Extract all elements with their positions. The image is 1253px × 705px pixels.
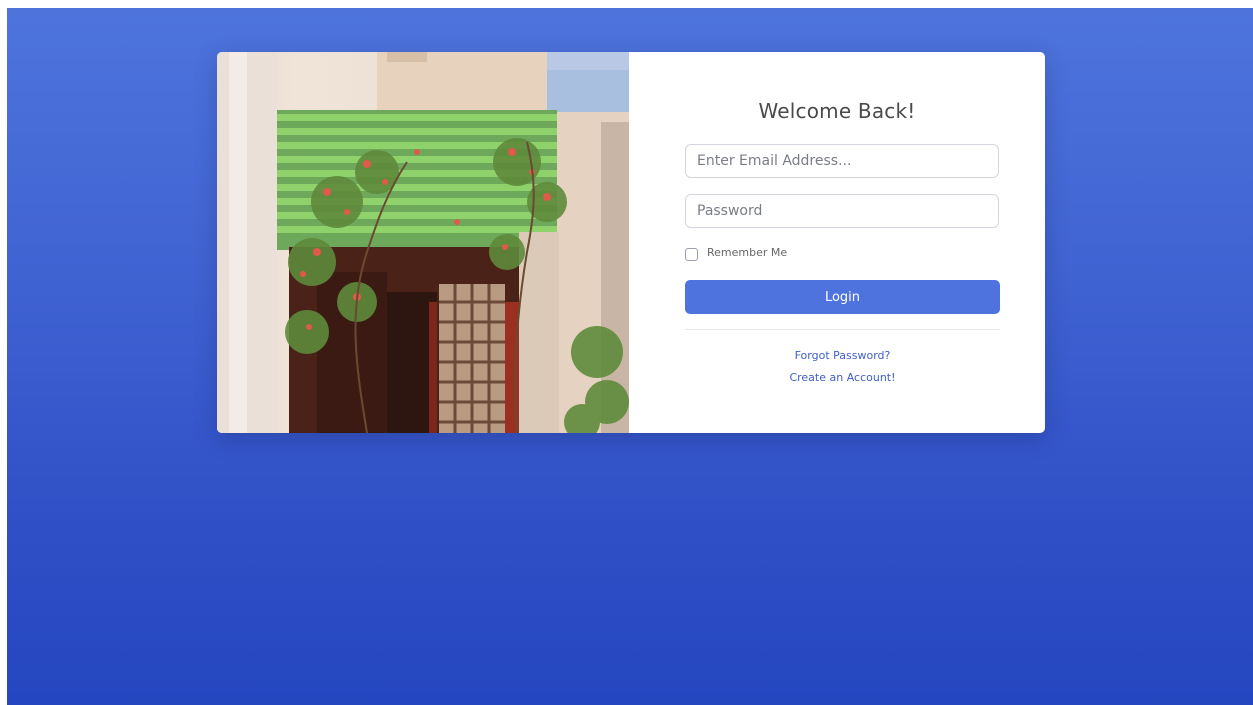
email-field[interactable] [685, 144, 999, 178]
doorway-illustration [217, 52, 629, 433]
remember-me-checkbox[interactable] [685, 248, 698, 261]
password-field[interactable] [685, 194, 999, 228]
remember-me-row[interactable]: Remember Me [685, 243, 787, 261]
divider [685, 329, 1000, 330]
login-card: Welcome Back! Remember Me Login Forgot P… [217, 52, 1045, 433]
doorway-photo [217, 52, 629, 433]
page-title: Welcome Back! [758, 99, 916, 123]
login-form: Welcome Back! Remember Me Login Forgot P… [629, 52, 1045, 433]
forgot-password-link[interactable]: Forgot Password? [685, 349, 1000, 362]
create-account-link[interactable]: Create an Account! [685, 371, 1000, 384]
remember-me-label: Remember Me [707, 245, 788, 259]
login-button[interactable]: Login [685, 280, 1000, 314]
